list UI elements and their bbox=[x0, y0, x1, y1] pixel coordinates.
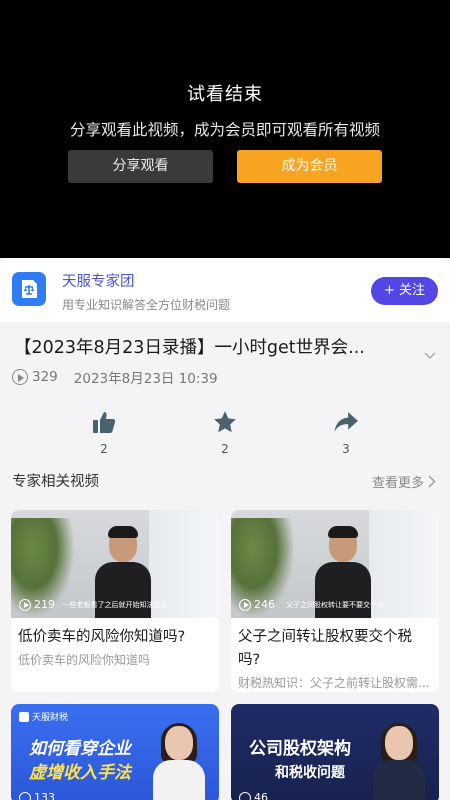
video-player[interactable]: 试看结束 分享观看此视频，成为会员即可观看所有视频 分享观看 成为会员 bbox=[0, 0, 450, 258]
see-more-link[interactable]: 查看更多 bbox=[372, 472, 436, 491]
related-video-card[interactable]: 公司股权架构 和税收问题 46 bbox=[231, 704, 439, 800]
related-video-card[interactable]: 天服财税 如何看穿企业 虚增收入手法 133 bbox=[11, 704, 219, 800]
card-subtitle: 财税热知识：父子之前转让股权需... bbox=[238, 676, 430, 690]
share-watch-button[interactable]: 分享观看 bbox=[68, 150, 213, 183]
presenter-figure bbox=[153, 723, 205, 800]
related-video-card[interactable]: 父子之间股权转让要不要交个税 246 父子之间转让股权要交个税吗? 财税热知识：… bbox=[231, 510, 439, 692]
video-meta: 329 2023年8月23日 10:39 bbox=[12, 367, 218, 387]
scale-icon bbox=[22, 280, 37, 298]
chevron-right-icon bbox=[428, 475, 436, 488]
related-videos-heading: 专家相关视频 bbox=[12, 474, 99, 490]
play-count-icon bbox=[239, 791, 251, 800]
thumbnail-views: 219 bbox=[19, 598, 55, 611]
chevron-down-icon[interactable] bbox=[424, 352, 436, 360]
thumbnail-views: 246 bbox=[239, 598, 275, 611]
publish-date: 2023年8月23日 10:39 bbox=[73, 371, 218, 387]
promo-headline: 公司股权架构 bbox=[249, 739, 351, 759]
play-count-icon bbox=[239, 598, 251, 611]
like-count: 2 bbox=[100, 442, 108, 456]
promo-headline: 如何看穿企业 bbox=[29, 739, 131, 759]
view-count: 329 bbox=[32, 369, 58, 385]
thumbs-up-icon bbox=[93, 412, 116, 433]
author-avatar[interactable] bbox=[12, 272, 46, 306]
play-count-icon bbox=[19, 598, 31, 611]
trial-end-title: 试看结束 bbox=[187, 84, 263, 105]
like-action[interactable]: 2 bbox=[74, 408, 134, 456]
thumbnail-views: 46 bbox=[239, 791, 268, 800]
views-count: 133 bbox=[34, 791, 55, 800]
video-detail-sheet: 天服专家团 用专业知识解答全方位财税问题 + 关注 【2023年8月23日录播】… bbox=[0, 258, 450, 800]
author-description: 用专业知识解答全方位财税问题 bbox=[62, 298, 231, 312]
presenter-figure bbox=[373, 723, 425, 800]
views-count: 219 bbox=[34, 598, 55, 611]
see-more-label: 查看更多 bbox=[371, 476, 424, 491]
video-thumbnail: 一些老板看了之后就开始知法犯法 219 bbox=[11, 510, 219, 618]
play-count-icon bbox=[12, 369, 28, 385]
card-title: 父子之间转让股权要交个税吗? bbox=[238, 629, 412, 668]
author-name[interactable]: 天服专家团 bbox=[62, 270, 135, 291]
related-video-card[interactable]: 一些老板看了之后就开始知法犯法 219 低价卖车的风险你知道吗? 低价卖车的风险… bbox=[11, 510, 219, 692]
video-info: 【2023年8月23日录播】一小时get世界会... 329 2023年8月23… bbox=[0, 322, 450, 464]
share-arrow-icon bbox=[334, 412, 358, 432]
thumbnail-views: 133 bbox=[19, 791, 55, 800]
promo-subheadline: 虚增收入手法 bbox=[29, 763, 131, 783]
action-bar: 2 2 3 bbox=[0, 408, 450, 464]
card-title: 低价卖车的风险你知道吗? bbox=[18, 629, 186, 645]
card-subtitle: 低价卖车的风险你知道吗 bbox=[18, 653, 151, 667]
share-action[interactable]: 3 bbox=[316, 408, 376, 456]
trial-end-subtitle: 分享观看此视频，成为会员即可观看所有视频 bbox=[69, 121, 380, 139]
follow-button[interactable]: + 关注 bbox=[371, 277, 438, 305]
video-thumbnail: 父子之间股权转让要不要交个税 246 bbox=[231, 510, 439, 618]
brand-logo: 天服财税 bbox=[19, 710, 68, 723]
become-member-button[interactable]: 成为会员 bbox=[237, 150, 382, 183]
author-bar: 天服专家团 用专业知识解答全方位财税问题 + 关注 bbox=[0, 258, 450, 322]
brand-name: 天服财税 bbox=[32, 713, 69, 723]
promo-subheadline: 和税收问题 bbox=[275, 765, 345, 781]
share-count: 3 bbox=[342, 442, 350, 456]
star-icon bbox=[214, 411, 236, 433]
favorite-action[interactable]: 2 bbox=[195, 408, 255, 456]
play-count-icon bbox=[19, 791, 31, 800]
video-title: 【2023年8月23日录播】一小时get世界会... bbox=[14, 338, 365, 358]
views-count: 46 bbox=[254, 791, 268, 800]
views-count: 246 bbox=[254, 598, 275, 611]
favorite-count: 2 bbox=[221, 442, 229, 456]
